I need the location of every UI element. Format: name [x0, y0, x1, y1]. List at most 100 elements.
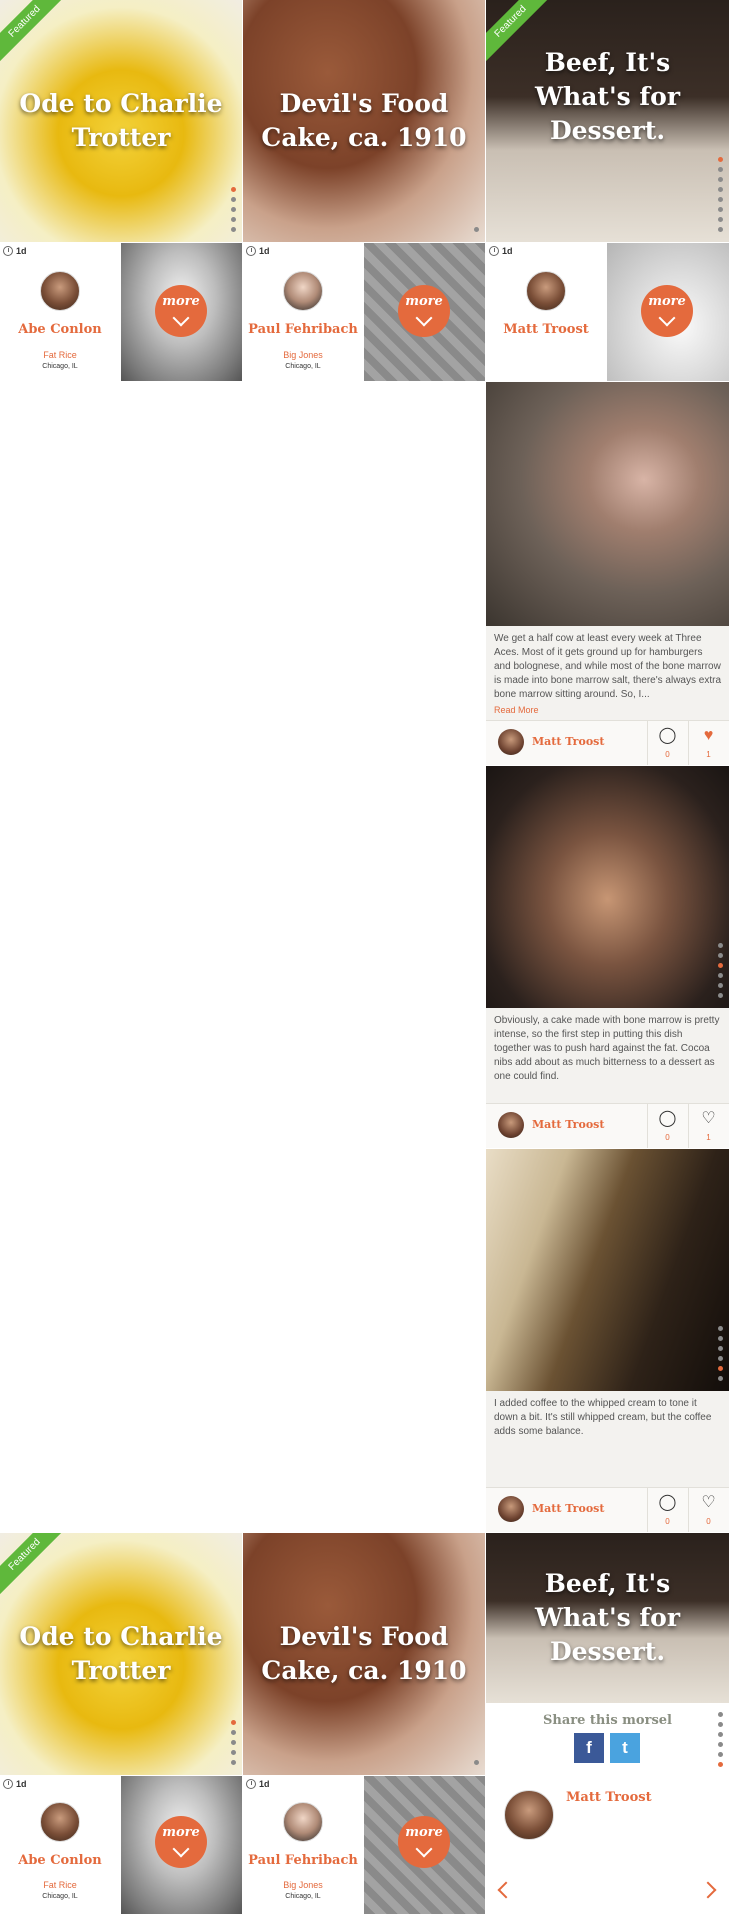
carousel-dots[interactable]: [718, 1712, 723, 1767]
more-button[interactable]: more: [155, 1816, 207, 1868]
carousel-dot[interactable]: [718, 207, 723, 212]
share-panel: Share this morsel f t: [486, 1703, 729, 1775]
carousel-dot[interactable]: [718, 1326, 723, 1331]
carousel-dot[interactable]: [231, 187, 236, 192]
carousel-dot[interactable]: [718, 187, 723, 192]
more-button[interactable]: more: [641, 285, 693, 337]
restaurant-name[interactable]: Big Jones: [243, 350, 363, 360]
hero-card-2[interactable]: Devil's Food Cake, ca. 1910: [243, 1533, 485, 1775]
carousel-dot[interactable]: [718, 1376, 723, 1381]
carousel-dot[interactable]: [718, 217, 723, 222]
carousel-dot[interactable]: [231, 197, 236, 202]
carousel-dots[interactable]: [718, 157, 723, 232]
restaurant-name[interactable]: Fat Rice: [0, 350, 120, 360]
chef-name[interactable]: Paul Fehribach: [243, 322, 363, 337]
more-button[interactable]: more: [398, 285, 450, 337]
carousel-dots[interactable]: [718, 943, 723, 998]
avatar[interactable]: [498, 1112, 524, 1138]
carousel-dot[interactable]: [231, 217, 236, 222]
carousel-dot[interactable]: [231, 227, 236, 232]
chef-name[interactable]: Matt Troost: [486, 322, 606, 337]
facebook-share-button[interactable]: f: [574, 1733, 604, 1763]
avatar[interactable]: [283, 271, 323, 311]
like-button[interactable]: ♡ 0: [688, 1488, 728, 1532]
carousel-dot[interactable]: [231, 1720, 236, 1725]
carousel-dot[interactable]: [718, 1366, 723, 1371]
avatar[interactable]: [504, 1790, 554, 1840]
carousel-dot[interactable]: [231, 207, 236, 212]
more-button[interactable]: more: [398, 1816, 450, 1868]
twitter-share-button[interactable]: t: [610, 1733, 640, 1763]
author-name[interactable]: Matt Troost: [566, 1790, 652, 1805]
hero-card-3[interactable]: Featured Beef, It's What's for Dessert.: [486, 0, 729, 242]
chef-card-1[interactable]: 1d Abe Conlon Fat Rice Chicago, IL more: [0, 243, 242, 381]
carousel-dot[interactable]: [718, 963, 723, 968]
carousel-dots[interactable]: [474, 227, 479, 232]
chef-name[interactable]: Paul Fehribach: [243, 1853, 363, 1868]
avatar[interactable]: [526, 271, 566, 311]
carousel-dots[interactable]: [718, 1326, 723, 1381]
carousel-dot[interactable]: [718, 973, 723, 978]
chef-card-1[interactable]: 1d Abe Conlon Fat Rice Chicago, IL more: [0, 1776, 242, 1914]
carousel-dot[interactable]: [718, 1762, 723, 1767]
comment-button[interactable]: ◯ 0: [647, 1488, 687, 1532]
chevron-left-icon[interactable]: [497, 1881, 515, 1899]
like-button[interactable]: ♥ 1: [688, 721, 728, 765]
carousel-dot[interactable]: [718, 1356, 723, 1361]
carousel-dot[interactable]: [718, 197, 723, 202]
carousel-dot[interactable]: [231, 1760, 236, 1765]
post-image[interactable]: [486, 1149, 729, 1391]
chef-card-2[interactable]: 1d Paul Fehribach Big Jones Chicago, IL …: [243, 243, 485, 381]
read-more-link[interactable]: Read More: [494, 703, 721, 717]
author-name[interactable]: Matt Troost: [532, 735, 604, 748]
carousel-dot[interactable]: [718, 983, 723, 988]
carousel-dot[interactable]: [718, 227, 723, 232]
hero-card-2[interactable]: Devil's Food Cake, ca. 1910: [243, 0, 485, 242]
comment-button[interactable]: ◯ 0: [647, 1104, 687, 1148]
restaurant-name[interactable]: Fat Rice: [0, 1880, 120, 1890]
chef-name[interactable]: Abe Conlon: [0, 322, 120, 337]
carousel-dot[interactable]: [718, 157, 723, 162]
hero-card-3[interactable]: Beef, It's What's for Dessert.: [486, 1533, 729, 1703]
avatar[interactable]: [498, 1496, 524, 1522]
carousel-dot[interactable]: [231, 1750, 236, 1755]
post-image[interactable]: [486, 766, 729, 1008]
carousel-dot[interactable]: [718, 1732, 723, 1737]
hero-card-1[interactable]: Featured Ode to Charlie Trotter: [0, 0, 242, 242]
hero-card-1[interactable]: Featured Ode to Charlie Trotter: [0, 1533, 242, 1775]
more-button[interactable]: more: [155, 285, 207, 337]
carousel-dot[interactable]: [718, 953, 723, 958]
chef-card-3[interactable]: 1d Matt Troost more: [486, 243, 729, 381]
carousel-dot[interactable]: [718, 1336, 723, 1341]
carousel-dot[interactable]: [474, 227, 479, 232]
chef-card-2[interactable]: 1d Paul Fehribach Big Jones Chicago, IL …: [243, 1776, 485, 1914]
carousel-dot[interactable]: [718, 1742, 723, 1747]
avatar[interactable]: [40, 1802, 80, 1842]
carousel-dot[interactable]: [718, 1752, 723, 1757]
carousel-dot[interactable]: [718, 993, 723, 998]
carousel-dot[interactable]: [718, 1722, 723, 1727]
carousel-dot[interactable]: [231, 1740, 236, 1745]
comment-button[interactable]: ◯ 0: [647, 721, 687, 765]
carousel-dot[interactable]: [231, 1730, 236, 1735]
author-name[interactable]: Matt Troost: [532, 1502, 604, 1515]
carousel-dot[interactable]: [718, 167, 723, 172]
carousel-dots[interactable]: [231, 1720, 236, 1765]
carousel-dot[interactable]: [474, 1760, 479, 1765]
carousel-dot[interactable]: [718, 177, 723, 182]
avatar[interactable]: [498, 729, 524, 755]
avatar[interactable]: [283, 1802, 323, 1842]
like-button[interactable]: ♡ 1: [688, 1104, 728, 1148]
carousel-dot[interactable]: [718, 1346, 723, 1351]
chef-name[interactable]: Abe Conlon: [0, 1853, 120, 1868]
author-name[interactable]: Matt Troost: [532, 1118, 604, 1131]
carousel-dots[interactable]: [231, 187, 236, 232]
carousel-dot[interactable]: [718, 1712, 723, 1717]
restaurant-name[interactable]: Big Jones: [243, 1880, 363, 1890]
avatar[interactable]: [40, 271, 80, 311]
chevron-right-icon[interactable]: [699, 1881, 717, 1899]
carousel-dot[interactable]: [718, 943, 723, 948]
chef-location: Chicago, IL: [285, 363, 321, 370]
carousel-dots[interactable]: [474, 1760, 479, 1765]
post-image[interactable]: [486, 382, 729, 626]
